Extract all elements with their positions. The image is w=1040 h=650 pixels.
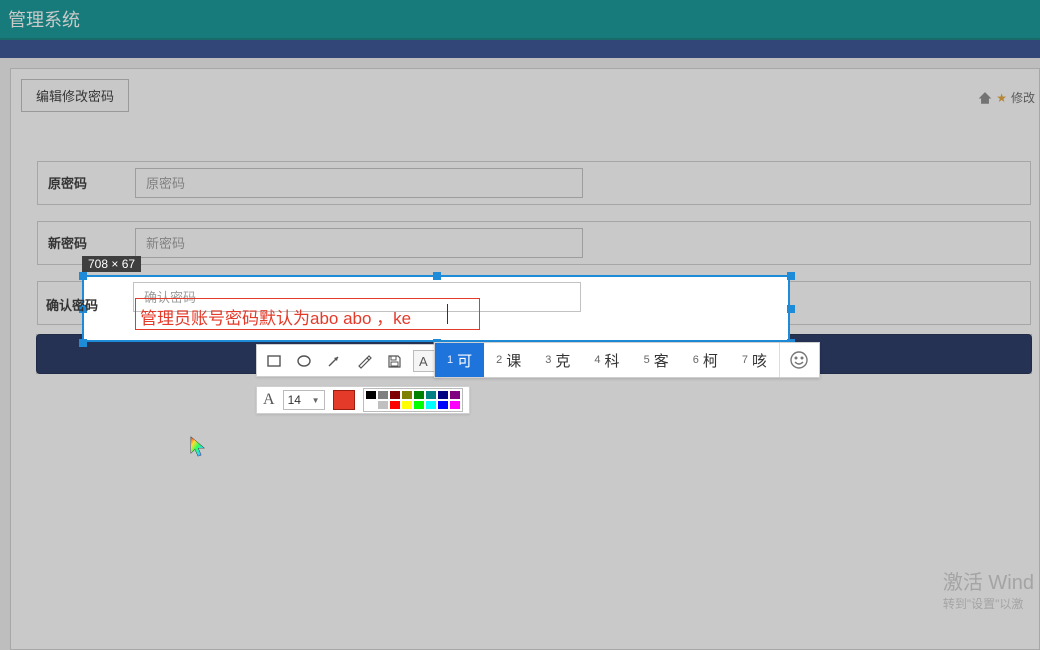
breadcrumb: ★ 修改 [978,89,1035,106]
color-palette [363,388,463,412]
current-color-swatch[interactable] [333,390,355,410]
edit-password-button[interactable]: 编辑修改密码 [21,79,129,112]
watermark-line2: 转到"设置"以激 [943,595,1034,612]
color-swatch[interactable] [365,400,377,410]
text-style-toolbar: A 14 ▼ [256,386,470,414]
ime-candidate[interactable]: 7咳 [730,343,779,377]
color-swatch[interactable] [377,390,389,400]
color-swatch[interactable] [425,390,437,400]
annotation-toolbar: A [256,344,442,377]
ime-candidate[interactable]: 6柯 [681,343,730,377]
font-size-value: 14 [288,393,301,407]
color-swatch[interactable] [377,400,389,410]
old-password-input[interactable] [135,168,583,198]
ime-candidate[interactable]: 4科 [582,343,631,377]
svg-text:A: A [419,354,428,369]
watermark-line1: 激活 Wind [943,566,1034,595]
color-swatch[interactable] [413,400,425,410]
cursor-icon [190,436,208,458]
emoji-icon[interactable] [779,343,819,377]
font-size-select[interactable]: 14 ▼ [283,390,325,410]
app-topbar: 管理系统 [0,0,1040,40]
color-swatch[interactable] [413,390,425,400]
ime-candidate[interactable]: 3克 [533,343,582,377]
color-swatch[interactable] [365,390,377,400]
color-swatch[interactable] [449,400,461,410]
color-swatch[interactable] [401,400,413,410]
app-title: 管理系统 [8,10,80,30]
old-password-row: 原密码 [37,161,1031,205]
text-caret [447,304,448,324]
new-password-row: 新密码 [37,221,1031,265]
color-swatch[interactable] [437,390,449,400]
handle-nw[interactable] [79,272,87,280]
nav-ribbon [0,40,1040,58]
font-indicator: A [263,391,275,409]
ime-candidate-bar: 1可2课3克4科5客6柯7咳 [434,342,820,378]
rectangle-tool[interactable] [263,350,285,372]
handle-n[interactable] [433,272,441,280]
new-password-input[interactable] [135,228,583,258]
handle-sw[interactable] [79,339,87,347]
confirm-password-label: 确认密码 [46,295,98,314]
breadcrumb-last: 修改 [1011,89,1035,106]
save-tool[interactable] [383,350,405,372]
ime-candidate[interactable]: 5客 [632,343,681,377]
color-swatch[interactable] [401,390,413,400]
text-tool[interactable]: A [413,350,435,372]
color-swatch[interactable] [437,400,449,410]
pencil-tool[interactable] [353,350,375,372]
handle-e[interactable] [787,305,795,313]
ime-candidate[interactable]: 1可 [435,343,484,377]
home-icon[interactable] [978,91,992,105]
old-password-label: 原密码 [48,162,87,206]
arrow-tool[interactable] [323,350,345,372]
chevron-down-icon: ▼ [312,396,320,405]
handle-ne[interactable] [787,272,795,280]
color-swatch[interactable] [389,400,401,410]
color-swatch[interactable] [425,400,437,410]
color-swatch[interactable] [389,390,401,400]
windows-activation-watermark: 激活 Wind 转到"设置"以激 [943,566,1034,612]
ellipse-tool[interactable] [293,350,315,372]
ime-candidate[interactable]: 2课 [484,343,533,377]
annotation-typed-text: 管理员账号密码默认为abo abo ，ke [140,304,411,329]
color-swatch[interactable] [449,390,461,400]
star-icon: ★ [996,91,1007,105]
selection-size-label: 708 × 67 [82,256,141,272]
